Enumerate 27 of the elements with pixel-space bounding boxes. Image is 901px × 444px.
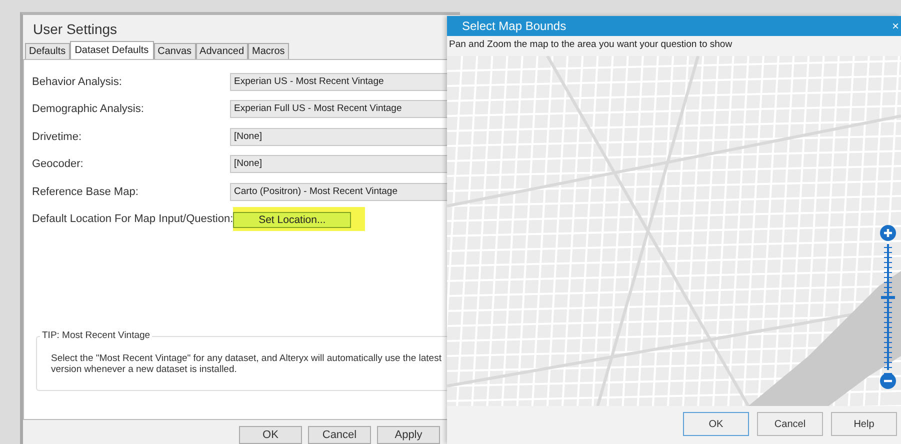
instruction-text: Pan and Zoom the map to the area you want your question to show bbox=[448, 38, 734, 52]
zoom-out-button[interactable] bbox=[880, 373, 896, 389]
field-label: Drivetime: bbox=[32, 130, 83, 143]
close-button[interactable]: × bbox=[890, 19, 901, 33]
tip-title: TIP: Most Recent Vintage bbox=[40, 330, 152, 341]
dialog-button[interactable]: Apply bbox=[377, 426, 440, 444]
field-label: Geocoder: bbox=[32, 158, 84, 170]
dialog-button[interactable]: Cancel bbox=[308, 426, 371, 444]
tab[interactable]: Dataset Defaults bbox=[70, 41, 154, 59]
field-label: Reference Base Map: bbox=[32, 186, 140, 198]
slider-thumb[interactable] bbox=[881, 296, 895, 300]
tab[interactable]: Advanced bbox=[196, 43, 248, 59]
field-label: Default Location For Map Input/Question: bbox=[32, 213, 234, 226]
tab[interactable]: Macros bbox=[248, 43, 289, 59]
field-label: Behavior Analysis: bbox=[32, 76, 123, 88]
zoom-in-button[interactable] bbox=[880, 225, 896, 241]
dialog-button[interactable]: Cancel bbox=[757, 412, 823, 436]
tab[interactable]: Canvas bbox=[154, 43, 196, 59]
tab[interactable]: Defaults bbox=[25, 43, 70, 59]
set-location-button[interactable]: Set Location... bbox=[233, 212, 352, 228]
tip-text: Select the "Most Recent Vintage" for any dataset, and Alteryx will automatically use the latest version whenever a new dataset is installed. bbox=[51, 353, 442, 375]
window-title: User Settings bbox=[32, 20, 118, 39]
dialog-button[interactable]: OK bbox=[239, 426, 302, 444]
field-label: Demographic Analysis: bbox=[32, 103, 145, 116]
dialog-button[interactable]: Help bbox=[831, 412, 897, 436]
dialog-button[interactable]: OK bbox=[683, 412, 749, 436]
window-title: Select Map Bounds bbox=[462, 19, 566, 33]
